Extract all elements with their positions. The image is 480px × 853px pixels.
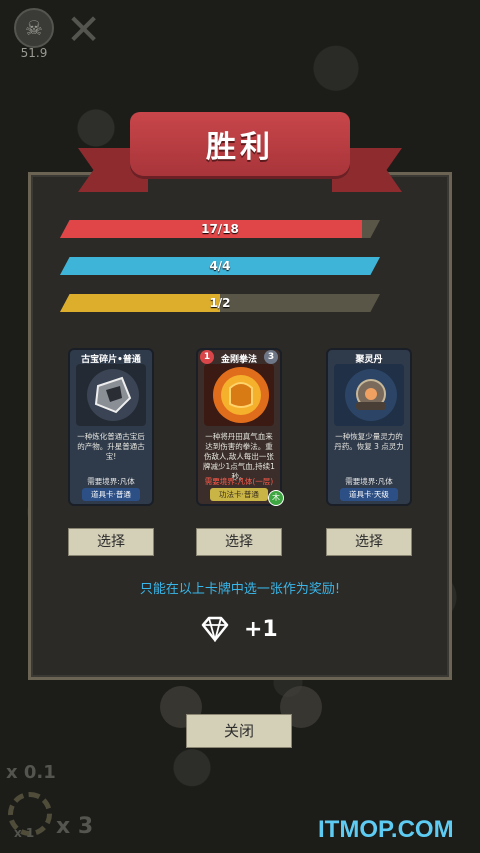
reward-card-fist[interactable]: 1 3 金刚拳法 一种将丹田真气血来达到伤害的拳法。重伤敌人,敌人每出一张牌减少… (196, 348, 282, 506)
bar-label: 4/4 (209, 259, 231, 273)
speed-label: x 0.1 (6, 762, 56, 783)
card-requirement: 需要境界:凡体(一层) (204, 477, 274, 486)
reward-row: +1 (200, 616, 278, 642)
card-description: 一种炼化普通古宝后的产物。升星普通古宝! (77, 432, 145, 461)
bar-fill (60, 294, 220, 312)
card-requirement: 需要境界:凡体 (87, 477, 135, 486)
card-type: 道具卡·普通 (82, 488, 140, 501)
skull-icon[interactable]: ☠ (14, 8, 54, 48)
select-button-2[interactable]: 选择 (196, 528, 282, 556)
skull-counter: 51.9 (20, 46, 48, 60)
reward-hint: 只能在以上卡牌中选一张作为奖励! (139, 582, 341, 597)
stone-shard-icon (76, 364, 146, 426)
progress-bar-red: 17/18 (60, 220, 380, 238)
select-button-1[interactable]: 选择 (68, 528, 154, 556)
golden-fist-icon (204, 364, 274, 426)
multiplier-label[interactable]: x 3 (56, 814, 93, 839)
card-description: 一种将丹田真气血来达到伤害的拳法。重伤敌人,敌人每出一张牌减少1点气血,持续1秒… (203, 432, 275, 481)
select-button-3[interactable]: 选择 (326, 528, 412, 556)
close-icon[interactable]: ✕ (66, 9, 101, 51)
pill-cauldron-icon (334, 364, 404, 426)
watermark: ITMOP.COM (318, 816, 454, 843)
bar-label: 17/18 (201, 222, 239, 236)
card-type: 功法卡·普通 (210, 488, 268, 501)
reward-value: +1 (244, 616, 278, 642)
diamond-icon (201, 616, 229, 642)
reward-card-shard[interactable]: 古宝碎片•普通 一种炼化普通古宝后的产物。升星普通古宝! 需要境界:凡体 道具卡… (68, 348, 154, 506)
progress-bar-yellow: 1/2 (60, 294, 380, 312)
progress-bar-blue: 4/4 (60, 257, 380, 275)
card-requirement: 需要境界:凡体 (345, 477, 393, 486)
gear-multiplier: x 1 (14, 826, 35, 840)
victory-title: 胜利 (206, 130, 274, 165)
reward-card-pill[interactable]: 聚灵丹 一种恢复少量灵力的丹药。恢复 3 点灵力 需要境界:凡体 道具卡·天级 (326, 348, 412, 506)
card-type: 道具卡·天级 (340, 488, 398, 501)
close-button[interactable]: 关闭 (186, 714, 292, 748)
element-badge-icon: 木 (268, 490, 284, 506)
victory-ribbon: 胜利 (130, 112, 350, 176)
bar-label: 1/2 (209, 296, 231, 310)
card-description: 一种恢复少量灵力的丹药。恢复 3 点灵力 (334, 432, 404, 451)
